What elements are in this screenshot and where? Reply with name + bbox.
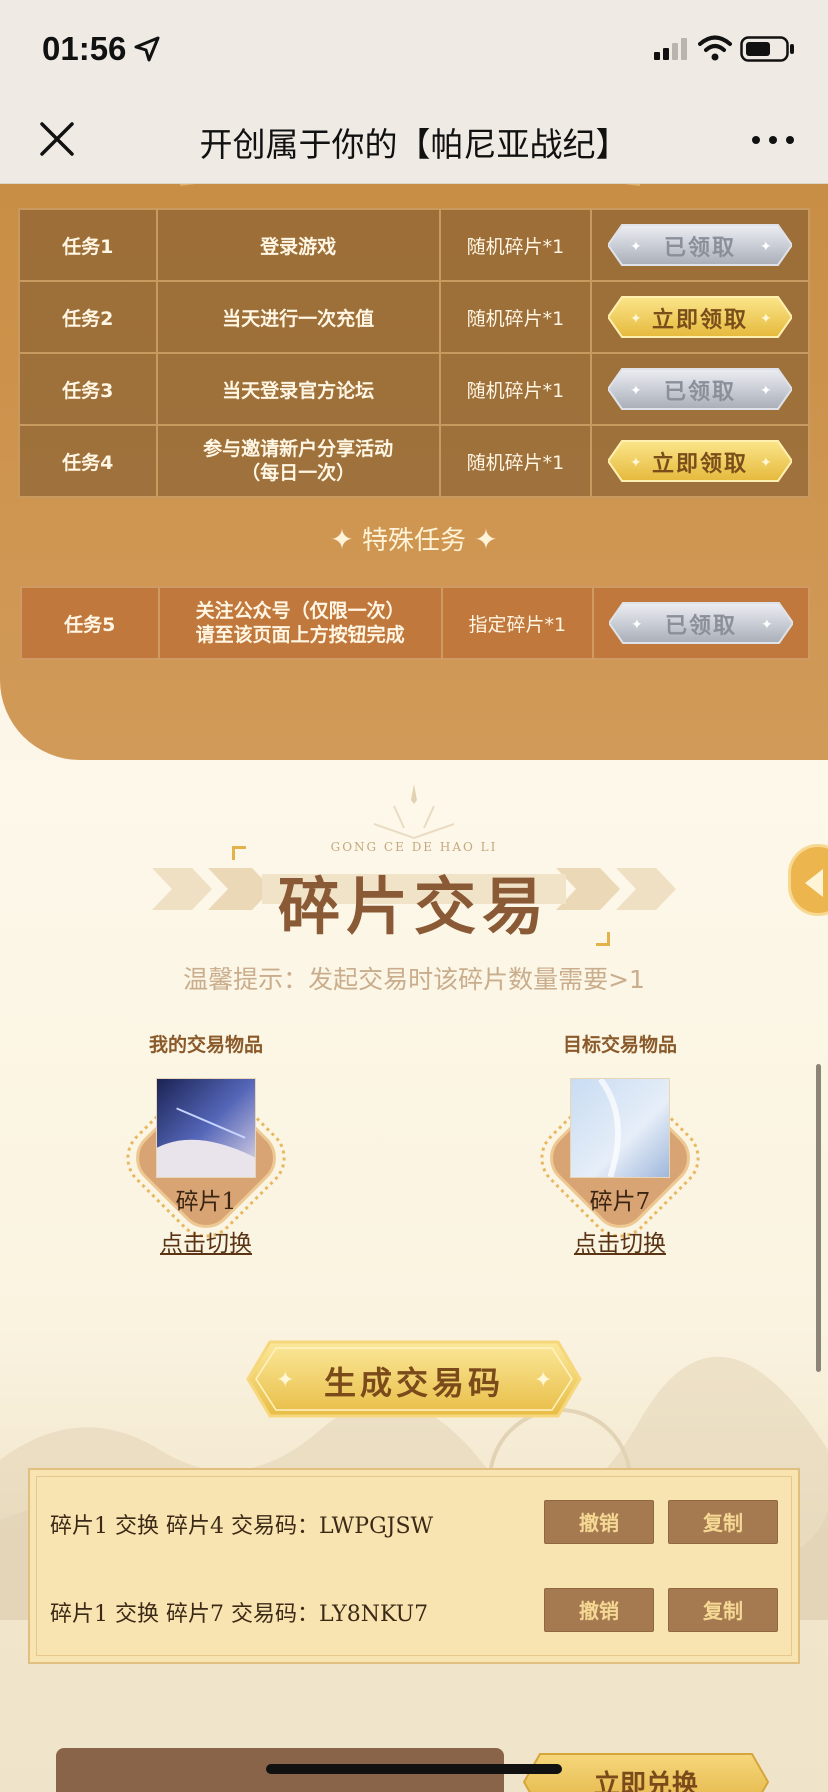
task-row: 任务3 当天登录官方论坛 随机碎片*1 ✦ ✦ 已领取 (18, 352, 810, 426)
trade-code-row: 碎片1 交换 碎片4 交易码：LWPGJSW 撤销 复制 (50, 1500, 790, 1544)
task-desc: 登录游戏 (155, 208, 441, 282)
page-title: 开创属于你的【帕尼亚战纪】 (199, 125, 629, 164)
trade-tip: 温馨提示：发起交易时该碎片数量需要>1 (183, 965, 645, 994)
trade-code-list: 碎片1 交换 碎片4 交易码：LWPGJSW 撤销 复制 碎片1 交换 碎片7 … (28, 1468, 800, 1664)
claim-now-button[interactable]: ✦ ✦ 立即领取 (608, 295, 793, 339)
claimed-button-label: 已领取 (664, 379, 737, 405)
claimed-button-label: 已领取 (665, 613, 738, 639)
wifi-icon (698, 35, 732, 61)
task-row: 任务2 当天进行一次充值 随机碎片*1 ✦ ✦ 立即领取 (18, 280, 810, 354)
task-reward: 随机碎片*1 (438, 352, 593, 426)
trade-code-text: 碎片1 交换 碎片4 交易码：LWPGJSW (50, 1514, 434, 1539)
task-row: 任务1 登录游戏 随机碎片*1 ✦ ✦ 已领取 (18, 208, 810, 282)
target-trade-item: 目标交易物品 碎片7 点击切换 (490, 1030, 750, 1290)
fragment-image (156, 1078, 256, 1178)
claimed-button-label: 已领取 (664, 235, 737, 261)
claim-now-button-label: 立即领取 (652, 307, 749, 333)
generate-trade-code-label: 生成交易码 (323, 1364, 504, 1402)
copy-button[interactable]: 复制 (668, 1588, 778, 1632)
task-table: 任务1 登录游戏 随机碎片*1 ✦ ✦ 已领取 任务2 当天进行一次充值 随机碎片… (18, 208, 810, 498)
battery-icon (740, 36, 794, 62)
sparkle-icon: ✦ (474, 523, 498, 556)
task-id: 任务3 (18, 352, 158, 426)
claimed-button[interactable]: ✦ ✦ 已领取 (609, 601, 794, 645)
home-indicator[interactable] (266, 1764, 562, 1774)
switch-target-item-link[interactable]: 点击切换 (490, 1224, 750, 1258)
task-row: 任务4 参与邀请新户分享活动 （每日一次） 随机碎片*1 ✦ ✦ 立即领取 (18, 424, 810, 498)
task-reward: 随机碎片*1 (438, 208, 593, 282)
task-desc-line2: （每日一次） (241, 462, 356, 484)
sparkle-icon: ✦ (330, 523, 354, 556)
task-desc: 当天登录官方论坛 (155, 352, 441, 426)
switch-my-item-link[interactable]: 点击切换 (76, 1224, 336, 1258)
scrollbar[interactable] (816, 1064, 821, 1372)
trade-code-text: 碎片1 交换 碎片7 交易码：LY8NKU7 (50, 1602, 429, 1627)
my-item-name: 碎片1 (175, 1189, 237, 1215)
nav-bar: 开创属于你的【帕尼亚战纪】 (0, 100, 828, 184)
copy-button[interactable]: 复制 (668, 1500, 778, 1544)
banner-subtitle: GONG CE DE HAO LI (330, 840, 498, 854)
cellular-signal-icon (654, 38, 687, 60)
claim-now-button-label: 立即领取 (652, 451, 749, 477)
close-icon[interactable] (36, 118, 78, 160)
trade-section: GONG CE DE HAO LI 碎片交易 温馨提示：发起交易时该碎片数量需要… (0, 760, 828, 1792)
task-id: 任务1 (18, 208, 158, 282)
location-arrow-icon (134, 36, 160, 62)
target-item-name: 碎片7 (589, 1189, 651, 1215)
status-time: 01:56 (42, 30, 127, 67)
special-tasks-title: 特殊任务 (361, 526, 466, 556)
more-options-icon[interactable] (748, 128, 798, 152)
my-trade-item: 我的交易物品 碎片1 点击切换 (76, 1030, 336, 1290)
task-reward: 随机碎片*1 (438, 280, 593, 354)
task-reward: 指定碎片*1 (440, 586, 595, 660)
task-id: 任务2 (18, 280, 158, 354)
trade-title: 碎片交易 (277, 870, 550, 943)
claimed-button[interactable]: ✦ ✦ 已领取 (608, 223, 793, 267)
task-desc-line2: 请至该页面上方按钮完成 (195, 624, 405, 646)
task-id: 任务4 (18, 424, 158, 498)
decorative-banner-edge (180, 184, 640, 186)
task-row: 任务5 关注公众号（仅限一次） 请至该页面上方按钮完成 指定碎片*1 ✦ ✦ 已领… (20, 586, 810, 660)
special-task-table: 任务5 关注公众号（仅限一次） 请至该页面上方按钮完成 指定碎片*1 ✦ ✦ 已领… (20, 586, 810, 660)
status-bar: 01:56 (0, 0, 828, 100)
task-desc-line1: 参与邀请新户分享活动 (203, 438, 394, 460)
claim-now-button[interactable]: ✦ ✦ 立即领取 (608, 439, 793, 483)
fragment-image (570, 1078, 670, 1178)
cancel-button[interactable]: 撤销 (544, 1500, 654, 1544)
task-desc-line1: 关注公众号（仅限一次） (195, 600, 405, 622)
claimed-button[interactable]: ✦ ✦ 已领取 (608, 367, 793, 411)
trade-code-row: 碎片1 交换 碎片7 交易码：LY8NKU7 撤销 复制 (50, 1588, 790, 1632)
task-desc: 当天进行一次充值 (155, 280, 441, 354)
sparkle-decoration (373, 784, 455, 840)
task-reward: 随机碎片*1 (438, 424, 593, 498)
special-tasks-heading: ✦ 特殊任务 ✦ (0, 520, 828, 557)
task-section: 任务1 登录游戏 随机碎片*1 ✦ ✦ 已领取 任务2 当天进行一次充值 随机碎片… (0, 184, 828, 760)
cancel-button[interactable]: 撤销 (544, 1588, 654, 1632)
task-id: 任务5 (20, 586, 160, 660)
generate-trade-code-button[interactable]: ✦ ✦ 生成交易码 (246, 1340, 582, 1418)
